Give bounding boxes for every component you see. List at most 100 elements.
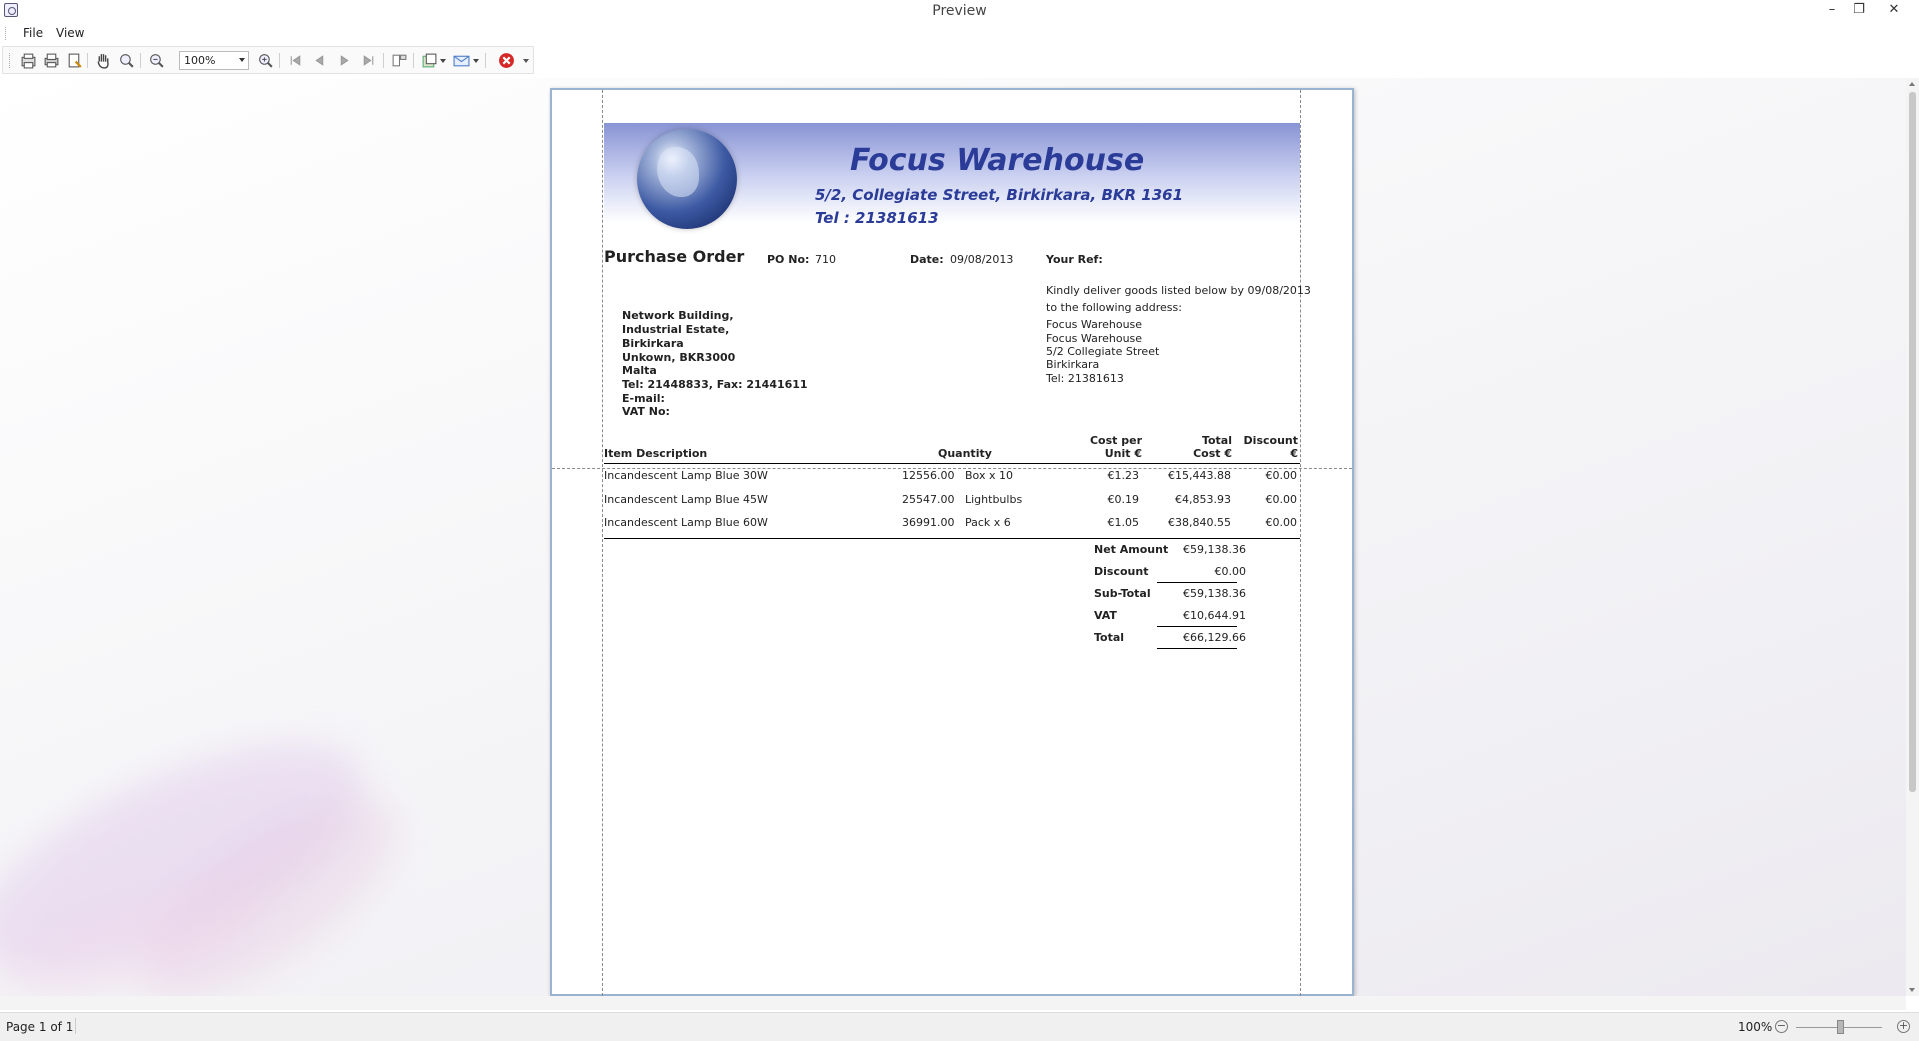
supplier-address-line: Malta [622,364,657,377]
magnifier-icon[interactable] [118,52,135,69]
item-discount: €0.00 [1265,516,1298,529]
chevron-down-icon [239,58,245,62]
vertical-scroll-thumb[interactable] [1909,92,1916,792]
item-discount: €0.00 [1265,469,1298,482]
minimize-button[interactable]: – [1818,0,1846,22]
delivery-line: Focus Warehouse [1046,318,1143,331]
horizontal-scrollbar[interactable] [0,996,1906,1010]
window-title: Preview [932,3,987,19]
total-value: €66,129.66 [1183,631,1246,644]
zoom-select-value: 100% [184,54,216,67]
toolbar: 100% [2,46,534,74]
delivery-line: to the following address: [1046,301,1182,314]
vertical-scrollbar[interactable] [1906,78,1919,996]
subtotal-label: Sub-Total [1094,587,1151,600]
net-amount-label: Net Amount [1094,543,1169,556]
your-ref-label: Your Ref: [1046,253,1103,266]
restore-button[interactable]: ❐ [1845,0,1873,22]
vat-value: €10,644.91 [1183,609,1246,622]
po-number-value: 710 [815,253,836,266]
email-icon[interactable] [453,52,470,69]
item-quantity: 36991.00 [902,516,955,529]
left-margin-guide [602,90,603,996]
delivery-line: 5/2 Collegiate Street [1046,345,1160,358]
scroll-up-icon[interactable] [1909,82,1915,86]
column-header-cost-per-unit-line1: Cost per [1089,434,1142,447]
scroll-down-icon[interactable] [1909,988,1915,992]
multiple-pages-icon[interactable] [391,52,408,69]
item-discount: €0.00 [1265,493,1298,506]
toolbar-overflow-icon[interactable] [523,59,529,63]
total-label: Total [1094,631,1125,644]
page-indicator: Page 1 of 1 [6,1020,74,1034]
report-page: Focus Warehouse 5/2, Collegiate Street, … [550,88,1354,996]
item-cost-per-unit: €1.23 [1107,469,1140,482]
export-icon[interactable] [421,52,438,69]
zoom-level: 100% [1738,1020,1773,1034]
report-header-banner: Focus Warehouse 5/2, Collegiate Street, … [604,123,1300,229]
menu-bar: File View [0,23,1919,44]
delivery-line: Tel: 21381613 [1046,372,1124,385]
toolbar-grip [9,53,10,68]
item-quantity: 12556.00 [902,469,955,482]
previous-page-icon[interactable] [311,52,328,69]
zoom-slider-thumb[interactable] [1837,1020,1844,1034]
column-header-cost-per-unit: Cost per Unit € [1072,434,1142,460]
zoom-select[interactable]: 100% [179,51,249,70]
print-icon[interactable] [43,52,60,69]
title-bar: Preview – ❐ ✕ [0,0,1919,23]
document-title: Purchase Order [604,247,745,266]
column-header-total-cost: Total Cost € [1152,434,1232,460]
column-header-total-cost-line2: Cost € [1193,447,1232,460]
page-setup-icon[interactable] [20,52,37,69]
zoom-out-button[interactable]: − [1775,1020,1788,1033]
item-unit: Box x 10 [965,469,1013,482]
column-header-item: Item Description [604,447,708,460]
total-underline [1157,648,1237,649]
right-margin-guide [1300,90,1301,996]
supplier-address-line: Birkirkara [622,337,684,350]
column-header-quantity: Quantity [938,447,992,460]
hand-tool-icon[interactable] [95,52,112,69]
item-unit: Pack x 6 [965,516,1011,529]
export-dropdown-icon[interactable] [440,59,446,63]
item-description: Incandescent Lamp Blue 60W [604,516,768,529]
item-cost-per-unit: €1.05 [1107,516,1140,529]
email-dropdown-icon[interactable] [473,59,479,63]
supplier-email: E-mail: [622,392,665,405]
table-end-rule [604,538,1300,539]
po-number-label: PO No: [767,253,810,266]
close-window-button[interactable]: ✕ [1880,0,1908,22]
delivery-line: Kindly deliver goods listed below by 09/… [1046,284,1311,297]
zoom-out-icon[interactable] [148,52,165,69]
menu-grip [5,27,7,40]
supplier-vat: VAT No: [622,405,670,418]
zoom-in-button[interactable]: + [1897,1020,1910,1033]
column-header-total-cost-line1: Total [1201,434,1232,447]
item-quantity: 25547.00 [902,493,955,506]
supplier-address-line: Network Building, [622,309,734,322]
zoom-in-icon[interactable] [257,52,274,69]
globe-logo [637,129,737,229]
quick-print-icon[interactable] [66,52,83,69]
item-cost-per-unit: €0.19 [1107,493,1140,506]
item-total-cost: €4,853.93 [1175,493,1231,506]
item-unit: Lightbulbs [965,493,1023,506]
supplier-address-line: Industrial Estate, [622,323,730,336]
column-header-discount-line2: € [1290,447,1298,460]
menu-view[interactable]: View [56,26,84,40]
supplier-phone-fax: Tel: 21448833, Fax: 21441611 [622,378,808,391]
item-total-cost: €15,443.88 [1168,469,1231,482]
header-rule [604,463,1300,464]
company-name: Focus Warehouse [850,143,1145,178]
column-header-discount-line1: Discount [1243,434,1298,447]
menu-file[interactable]: File [23,26,43,40]
item-description: Incandescent Lamp Blue 45W [604,493,768,506]
first-page-icon[interactable] [287,52,304,69]
close-preview-icon[interactable] [498,52,515,69]
next-page-icon[interactable] [336,52,353,69]
item-total-cost: €38,840.55 [1168,516,1231,529]
supplier-address-line: Unkown, BKR3000 [622,351,736,364]
date-label: Date: [910,253,944,266]
last-page-icon[interactable] [360,52,377,69]
